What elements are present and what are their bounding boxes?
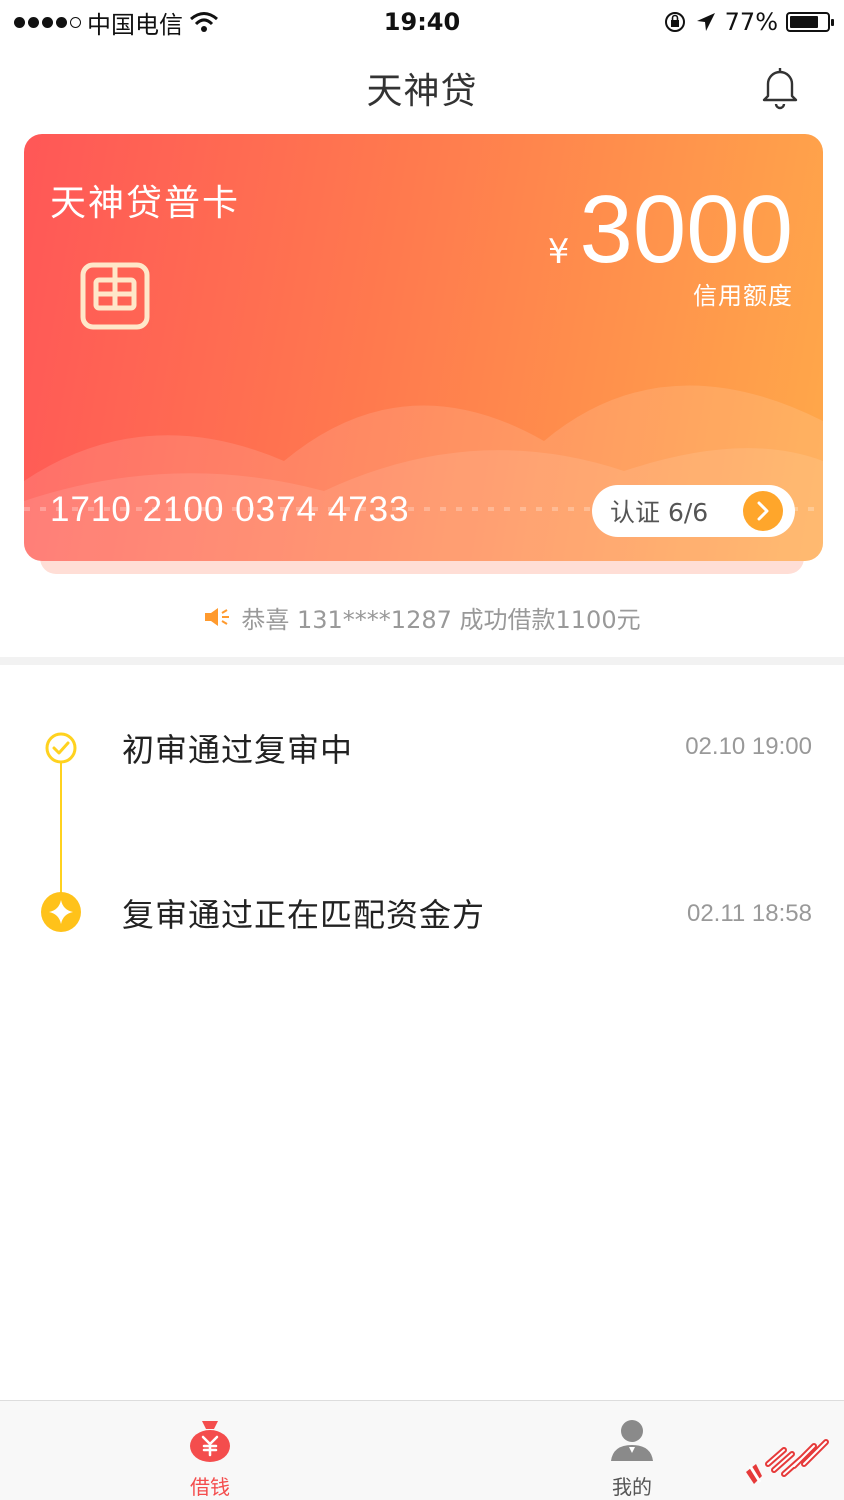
credit-label: 信用额度: [693, 282, 793, 310]
tab-label: 我的: [612, 1475, 652, 1499]
user-profile-icon: [611, 1420, 653, 1461]
step-time: 02.11 18:58: [686, 900, 812, 927]
battery-icon: [786, 12, 834, 32]
status-left: 中国电信: [14, 5, 219, 40]
verify-button[interactable]: 认证 6/6: [592, 485, 795, 537]
timeline-step: 复审通过正在匹配资金方 02.11 18:58: [0, 882, 844, 942]
loan-notice: 恭喜 131****1287 成功借款1100元: [0, 596, 844, 638]
status-right: 77%: [663, 8, 834, 36]
tab-borrow[interactable]: 借钱: [140, 1401, 280, 1500]
tab-bar: 借钱 我的: [0, 1400, 844, 1500]
tab-label: 借钱: [190, 1475, 230, 1499]
step-title: 初审通过复审中: [122, 731, 354, 769]
check-circle-icon: [45, 732, 77, 764]
chevron-right-icon: [743, 491, 783, 531]
card-chip-icon: [80, 262, 150, 330]
credit-amount-value: 3000: [579, 176, 793, 283]
credit-amount: ¥ 3000: [548, 182, 793, 278]
verify-label: 认证 6/6: [610, 498, 709, 527]
speaker-icon: [205, 608, 230, 626]
timeline-step: 初审通过复审中 02.10 19:00: [0, 715, 844, 775]
tab-mine[interactable]: 我的: [562, 1401, 702, 1500]
wifi-icon: [190, 12, 218, 32]
card-number: 1710 2100 0374 4733: [50, 490, 410, 529]
notice-text: 恭喜 131****1287 成功借款1100元: [241, 605, 641, 634]
star-circle-icon: [41, 892, 81, 932]
rotation-lock-icon: [664, 12, 685, 32]
battery-fill: [790, 16, 818, 28]
carrier-name: 中国电信: [87, 10, 183, 39]
money-bag-icon: [190, 1421, 230, 1462]
location-arrow-icon: [696, 13, 715, 31]
page-title: 天神贷: [366, 71, 478, 112]
battery-percent: 77%: [724, 8, 778, 36]
nav-bar: 天神贷: [0, 44, 844, 128]
signal-strength-icon: [14, 16, 81, 28]
notification-bell-icon[interactable]: [760, 64, 800, 110]
status-bar: 中国电信 19:40 77%: [0, 0, 844, 44]
credit-card[interactable]: 天神贷普卡 ¥ 3000 信用额度 1710 2100 0374 4733 认证…: [24, 134, 823, 561]
step-title: 复审通过正在匹配资金方: [122, 896, 486, 934]
currency-symbol: ¥: [547, 232, 570, 272]
card-name: 天神贷普卡: [50, 183, 241, 224]
timeline-line: [60, 758, 62, 898]
section-divider: [0, 657, 844, 665]
step-time: 02.10 19:00: [685, 733, 812, 760]
watermark-logo: [746, 1439, 829, 1484]
